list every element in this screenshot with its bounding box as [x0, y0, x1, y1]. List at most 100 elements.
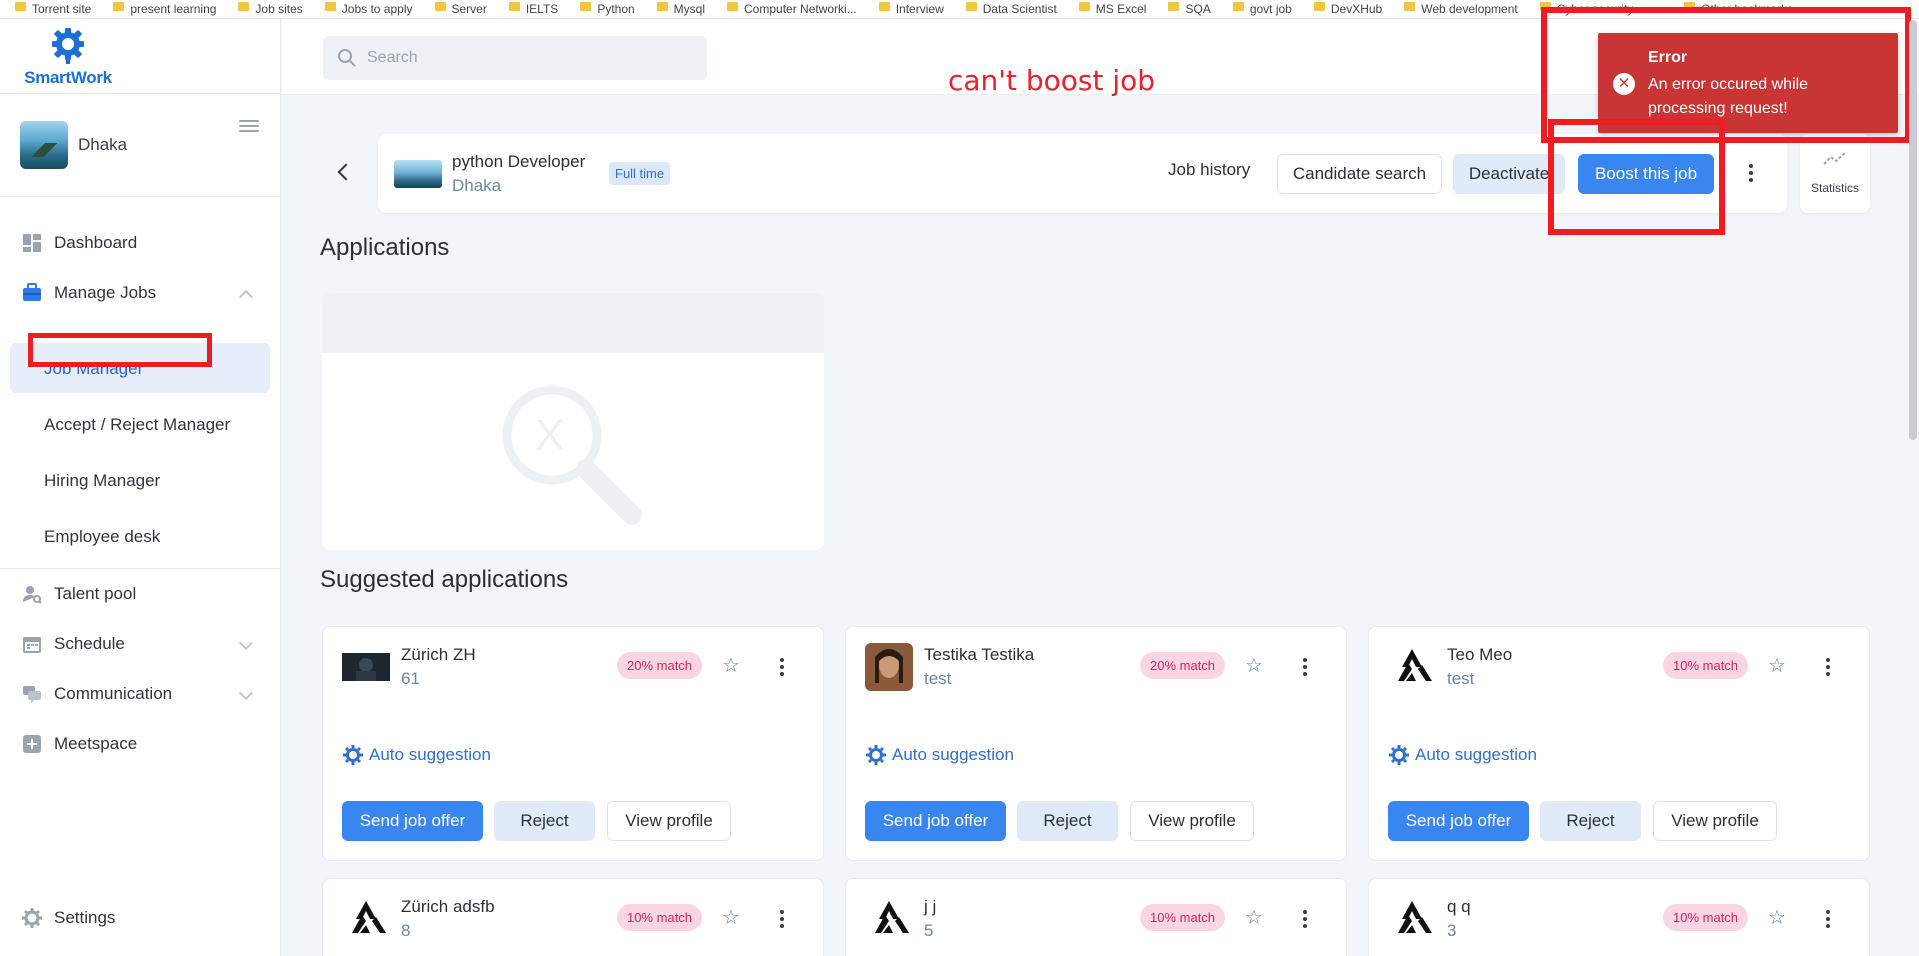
auto-suggestion-indicator: Auto suggestion — [1389, 745, 1537, 765]
star-icon[interactable]: ☆ — [1245, 656, 1263, 676]
bookmark-item[interactable]: Torrent site — [15, 0, 91, 18]
nav-hiring-manager[interactable]: Hiring Manager — [44, 471, 160, 491]
bookmark-item[interactable]: Job sites — [238, 0, 303, 18]
bookmark-label: Interview — [895, 2, 944, 16]
scrollbar[interactable] — [1909, 20, 1917, 440]
org-avatar — [20, 121, 68, 169]
folder-icon — [656, 1, 668, 11]
chat-icon — [22, 684, 42, 704]
match-badge: 10% match — [1663, 652, 1749, 679]
candidate-avatar — [1388, 643, 1436, 691]
chevron-up-icon[interactable] — [238, 289, 254, 305]
bookmark-item[interactable]: MS Excel — [1078, 0, 1146, 18]
chevron-down-icon[interactable] — [238, 635, 254, 651]
candidate-subtitle: 8 — [401, 921, 411, 940]
bookmark-item[interactable]: govt job — [1232, 0, 1292, 18]
search-box[interactable] — [323, 36, 707, 80]
more-options-icon[interactable] — [1826, 910, 1830, 931]
folder-icon — [965, 1, 977, 11]
svg-text:X: X — [535, 411, 564, 460]
bookmark-item[interactable]: Interview — [878, 0, 944, 18]
briefcase-icon — [22, 283, 42, 303]
send-job-offer-button[interactable]: Send job offer — [865, 801, 1006, 841]
folder-icon — [1404, 1, 1416, 11]
nav-accept-reject-manager[interactable]: Accept / Reject Manager — [44, 415, 230, 435]
bookmark-item[interactable]: Mysql — [656, 0, 705, 18]
star-icon[interactable]: ☆ — [722, 656, 740, 676]
folder-icon — [324, 1, 336, 11]
more-options-icon[interactable] — [1826, 658, 1830, 679]
candidate-name[interactable]: Zürich adsfb — [401, 897, 495, 917]
reject-button[interactable]: Reject — [1540, 801, 1641, 841]
star-icon[interactable]: ☆ — [1768, 908, 1786, 928]
candidate-subtitle: 61 — [401, 669, 420, 688]
nav-meetspace[interactable]: Meetspace — [22, 729, 137, 759]
nav-dashboard[interactable]: Dashboard — [22, 228, 137, 258]
folder-icon — [1232, 1, 1244, 11]
bookmark-item[interactable]: Jobs to apply — [324, 0, 413, 18]
match-badge: 20% match — [617, 652, 703, 679]
candidate-search-button[interactable]: Candidate search — [1277, 154, 1442, 194]
bookmark-item[interactable]: SQA — [1168, 0, 1211, 18]
candidate-name[interactable]: Teo Meo — [1447, 645, 1512, 665]
org-switcher[interactable]: Dhaka — [20, 121, 127, 169]
reject-button[interactable]: Reject — [1017, 801, 1118, 841]
bookmark-label: govt job — [1249, 2, 1292, 16]
bookmark-item[interactable]: IELTS — [508, 0, 559, 18]
bookmark-item[interactable]: Server — [434, 0, 487, 18]
more-options-icon[interactable] — [1303, 658, 1307, 679]
star-icon[interactable]: ☆ — [722, 908, 740, 928]
bookmark-label: Jobs to apply — [341, 2, 413, 16]
annotation-note: can't boost job — [948, 64, 1156, 97]
send-job-offer-button[interactable]: Send job offer — [1388, 801, 1529, 841]
bookmark-item[interactable]: Data Scientist — [965, 0, 1057, 18]
candidate-avatar — [342, 895, 390, 943]
app-logo[interactable]: SmartWork — [18, 26, 118, 92]
folder-icon — [15, 1, 26, 11]
star-icon[interactable]: ☆ — [1768, 656, 1786, 676]
bookmark-label: SQA — [1185, 2, 1211, 16]
candidate-name[interactable]: j j — [924, 897, 936, 917]
candidate-name[interactable]: q q — [1447, 897, 1471, 917]
bookmark-item[interactable]: Web development — [1404, 0, 1518, 18]
nav-schedule[interactable]: Schedule — [22, 629, 125, 659]
bookmark-item[interactable]: present learning — [113, 0, 216, 18]
bookmark-item[interactable]: DevXHub — [1313, 0, 1382, 18]
reject-button[interactable]: Reject — [494, 801, 595, 841]
bookmark-item[interactable]: Python — [580, 0, 635, 18]
auto-suggestion-indicator: Auto suggestion — [866, 745, 1014, 765]
nav-employee-desk[interactable]: Employee desk — [44, 527, 160, 547]
annotation-highlight-box — [28, 333, 212, 367]
nav-manage-jobs[interactable]: Manage Jobs — [22, 278, 156, 308]
nav-talent-pool[interactable]: Talent pool — [22, 579, 136, 609]
more-options-icon[interactable] — [1749, 164, 1753, 185]
nav-settings[interactable]: Settings — [22, 903, 115, 933]
job-history-button[interactable]: Job history — [1168, 160, 1250, 180]
statistics-button[interactable]: Statistics — [1800, 134, 1870, 213]
more-options-icon[interactable] — [1303, 910, 1307, 931]
match-badge: 10% match — [1663, 904, 1749, 931]
star-icon[interactable]: ☆ — [1245, 908, 1263, 928]
trend-chart-icon — [1823, 151, 1847, 165]
nav-meetspace-label: Meetspace — [54, 734, 138, 753]
candidate-name[interactable]: Testika Testika — [924, 645, 1034, 665]
search-input[interactable] — [367, 49, 687, 67]
send-job-offer-button[interactable]: Send job offer — [342, 801, 483, 841]
view-profile-button[interactable]: View profile — [1653, 801, 1777, 841]
menu-toggle-icon[interactable] — [239, 120, 259, 134]
more-options-icon[interactable] — [780, 658, 784, 679]
candidate-avatar — [865, 643, 913, 691]
bookmark-label: IELTS — [525, 2, 559, 16]
match-badge: 10% match — [617, 904, 703, 931]
folder-icon — [878, 1, 890, 11]
nav-communication[interactable]: Communication — [22, 679, 172, 709]
view-profile-button[interactable]: View profile — [1130, 801, 1254, 841]
back-arrow-icon[interactable] — [337, 163, 355, 181]
bookmark-item[interactable]: Computer Networki... — [727, 0, 857, 18]
job-title: python Developer — [452, 152, 586, 171]
more-options-icon[interactable] — [780, 910, 784, 931]
candidate-name[interactable]: Zürich ZH — [401, 645, 476, 665]
view-profile-button[interactable]: View profile — [607, 801, 731, 841]
gear-icon — [343, 745, 363, 765]
chevron-down-icon[interactable] — [238, 685, 254, 701]
